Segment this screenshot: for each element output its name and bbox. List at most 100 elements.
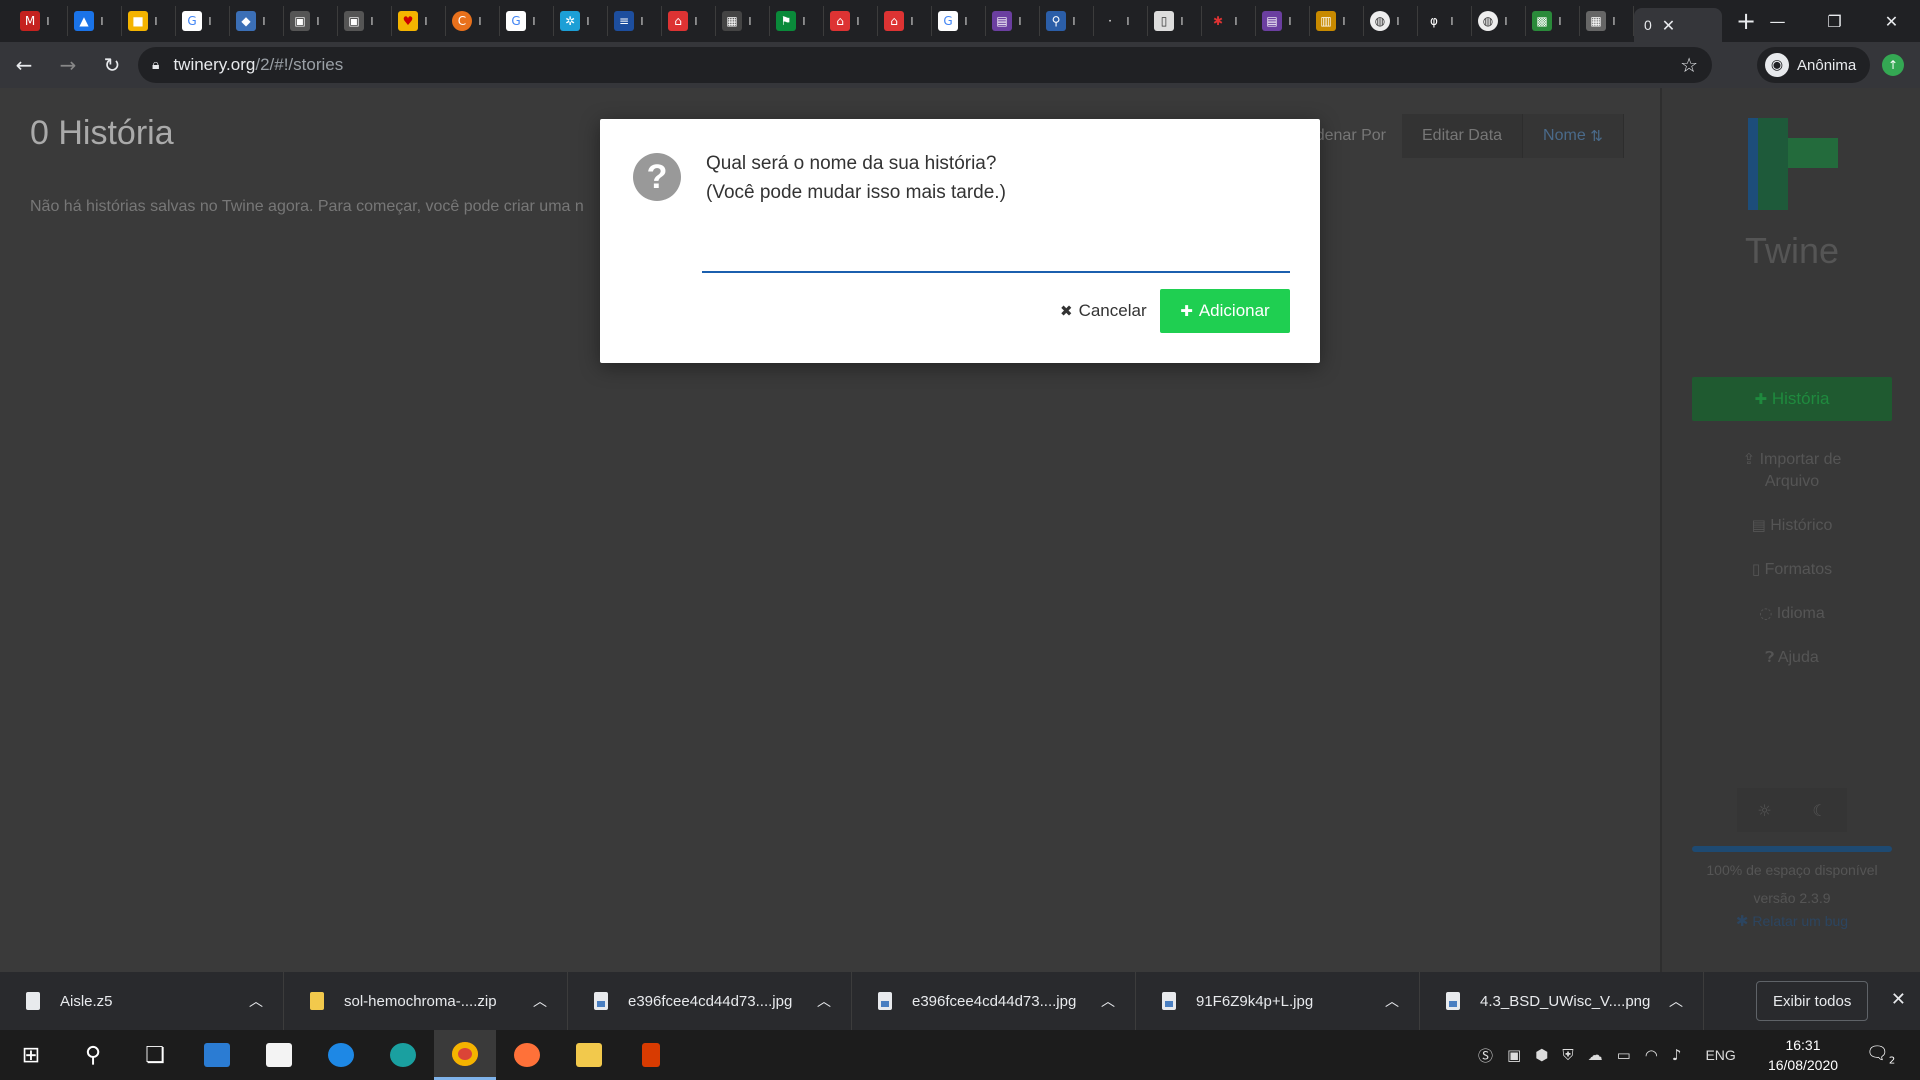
browser-tab[interactable]: Mı — [14, 6, 68, 36]
wifi-icon[interactable]: ◠ — [1645, 1046, 1658, 1064]
cancel-button[interactable]: ✖ Cancelar — [1050, 289, 1157, 333]
moon-icon[interactable]: ☾ — [1792, 788, 1847, 832]
profile-label: Anônima — [1797, 56, 1857, 74]
profile-button[interactable]: ◉ Anônima — [1757, 47, 1871, 83]
browser-tab[interactable]: ▯ ı — [1148, 6, 1202, 36]
close-downloads-icon[interactable]: ✕ — [1891, 989, 1906, 1010]
browser-tab[interactable]: φı — [1418, 6, 1472, 36]
help-link[interactable]: ❓︎ Ajuda — [1682, 646, 1902, 669]
bookmark-star-icon[interactable]: ☆ — [1680, 53, 1698, 77]
chevron-up-icon[interactable]: ︿ — [249, 991, 263, 1011]
safari-icon[interactable] — [310, 1030, 372, 1080]
browser-tab[interactable]: ◍ ı — [1364, 6, 1418, 36]
browser-tab[interactable]: ✲ ı — [554, 6, 608, 36]
security-icon[interactable]: ⛨ — [1562, 1046, 1573, 1064]
archive-link[interactable]: ▤ Histórico — [1682, 514, 1902, 537]
windows-start-icon[interactable]: ⊞ — [0, 1030, 62, 1080]
back-icon[interactable]: ← — [4, 45, 44, 85]
volume-icon[interactable]: ♪ — [1672, 1046, 1682, 1064]
browser-tab[interactable]: ■ ı — [122, 6, 176, 36]
browser-tab[interactable]: ▩ ı — [1526, 6, 1580, 36]
browser-tab[interactable]: ▥ ı — [1310, 6, 1364, 36]
language-link[interactable]: ◌ Idioma — [1682, 602, 1902, 625]
report-bug-link[interactable]: ✱ Relatar um bug — [1662, 912, 1920, 930]
chevron-up-icon[interactable]: ︿ — [533, 991, 547, 1011]
restore-icon[interactable]: ❐ — [1806, 0, 1863, 42]
store-icon: ⌂ — [668, 11, 688, 31]
import-file-link[interactable]: ⇪ Importar de Arquivo — [1682, 448, 1902, 493]
close-window-icon[interactable]: ✕ — [1863, 0, 1920, 42]
store-icon[interactable] — [248, 1030, 310, 1080]
battery-icon[interactable]: ▭ — [1617, 1046, 1631, 1064]
chevron-up-icon[interactable]: ︿ — [1669, 991, 1683, 1011]
download-item[interactable]: sol-hemochroma-....zip ︿ — [284, 972, 568, 1030]
address-bar[interactable]: 🔒︎ twinery.org/2/#!/stories ☆ — [138, 47, 1712, 83]
chevron-up-icon[interactable]: ︿ — [1101, 991, 1115, 1011]
browser-tab[interactable]: Gı — [500, 6, 554, 36]
download-item[interactable]: e396fcee4cd44d73....jpg ︿ — [852, 972, 1136, 1030]
download-item[interactable]: 4.3_BSD_UWisc_V....png ︿ — [1420, 972, 1704, 1030]
skype-icon[interactable]: Ⓢ — [1478, 1045, 1493, 1066]
onedrive-icon[interactable]: ☁ — [1588, 1046, 1603, 1064]
download-item[interactable]: Aisle.z5 ︿ — [0, 972, 284, 1030]
browser-tab[interactable]: ⌂ ı — [824, 6, 878, 36]
browser-tab[interactable]: · ı — [1094, 6, 1148, 36]
download-item[interactable]: 91F6Z9k4p+L.jpg ︿ — [1136, 972, 1420, 1030]
mail-icon[interactable] — [186, 1030, 248, 1080]
app-tray-icon[interactable]: ⬢ — [1535, 1046, 1548, 1064]
browser-tab[interactable]: ▦ ı — [716, 6, 770, 36]
firefox-icon[interactable] — [496, 1030, 558, 1080]
browser-tab[interactable]: ✱ ı — [1202, 6, 1256, 36]
browser-tab[interactable]: ▲ ı — [68, 6, 122, 36]
new-story-button[interactable]: ✚ História — [1692, 377, 1892, 421]
update-icon[interactable]: ↑ — [1882, 54, 1904, 76]
search-icon[interactable]: ⚲ — [62, 1030, 124, 1080]
browser-tab[interactable]: ▤ ı — [986, 6, 1040, 36]
file-explorer-icon[interactable] — [558, 1030, 620, 1080]
office-icon[interactable] — [620, 1030, 682, 1080]
sort-edit-date-button[interactable]: Editar Data — [1402, 114, 1524, 158]
browser-tab[interactable]: ♥ ı — [392, 6, 446, 36]
browser-tab[interactable]: ≡ ı — [608, 6, 662, 36]
browser-tab[interactable]: Cı — [446, 6, 500, 36]
clock[interactable]: 16:31 16/08/2020 — [1760, 1035, 1846, 1075]
browser-tab[interactable]: ⚲ ı — [1040, 6, 1094, 36]
browser-tab[interactable]: ◍ ı — [1472, 6, 1526, 36]
show-all-button[interactable]: Exibir todos — [1756, 981, 1869, 1021]
browser-tab[interactable]: Gı — [932, 6, 986, 36]
sort-name-button[interactable]: Nome ⇅ — [1523, 114, 1624, 158]
formats-link[interactable]: ▯ Formatos — [1682, 558, 1902, 581]
active-tab[interactable]: 0 ✕ — [1634, 8, 1722, 42]
story-name-input[interactable] — [702, 237, 1290, 273]
chevron-up-icon[interactable]: ︿ — [1385, 991, 1399, 1011]
notification-center-icon[interactable]: 🗨︎2 — [1866, 1043, 1895, 1067]
download-item[interactable]: e396fcee4cd44d73....jpg ︿ — [568, 972, 852, 1030]
forward-icon[interactable]: → — [48, 45, 88, 85]
browser-tab[interactable]: ▦ ı — [1580, 6, 1634, 36]
image-file-icon — [878, 992, 892, 1010]
new-story-label: História — [1771, 389, 1830, 408]
ieee-icon: ≡ — [614, 11, 634, 31]
browser-tab[interactable]: ▤ ı — [1256, 6, 1310, 36]
teams-icon[interactable]: ▣ — [1507, 1046, 1521, 1064]
reload-icon[interactable]: ↻ — [92, 45, 132, 85]
browser-tab[interactable]: ◆ ı — [230, 6, 284, 36]
browser-tab[interactable]: ▣ ı — [284, 6, 338, 36]
add-button[interactable]: ✚ Adicionar — [1160, 289, 1290, 333]
task-view-icon[interactable]: ❏ — [124, 1030, 186, 1080]
sun-icon[interactable]: ☼ — [1737, 788, 1792, 832]
browser-tab[interactable]: ⚑ ı — [770, 6, 824, 36]
language-indicator[interactable]: ENG — [1705, 1047, 1735, 1063]
lock-icon[interactable]: 🔒︎ — [152, 57, 159, 73]
chevron-up-icon[interactable]: ︿ — [817, 991, 831, 1011]
edge-icon[interactable] — [372, 1030, 434, 1080]
browser-tab[interactable]: ⌂ ı — [878, 6, 932, 36]
browser-tab[interactable]: ▣ ı — [338, 6, 392, 36]
image-file-icon — [594, 992, 608, 1010]
browser-tab[interactable]: ⌂ ı — [662, 6, 716, 36]
browser-tab[interactable]: Gı — [176, 6, 230, 36]
chrome-icon[interactable] — [434, 1030, 496, 1080]
minimize-icon[interactable]: — — [1749, 0, 1806, 42]
sort-edit-date-label: Editar Data — [1422, 127, 1503, 144]
close-tab-icon[interactable]: ✕ — [1662, 16, 1675, 35]
